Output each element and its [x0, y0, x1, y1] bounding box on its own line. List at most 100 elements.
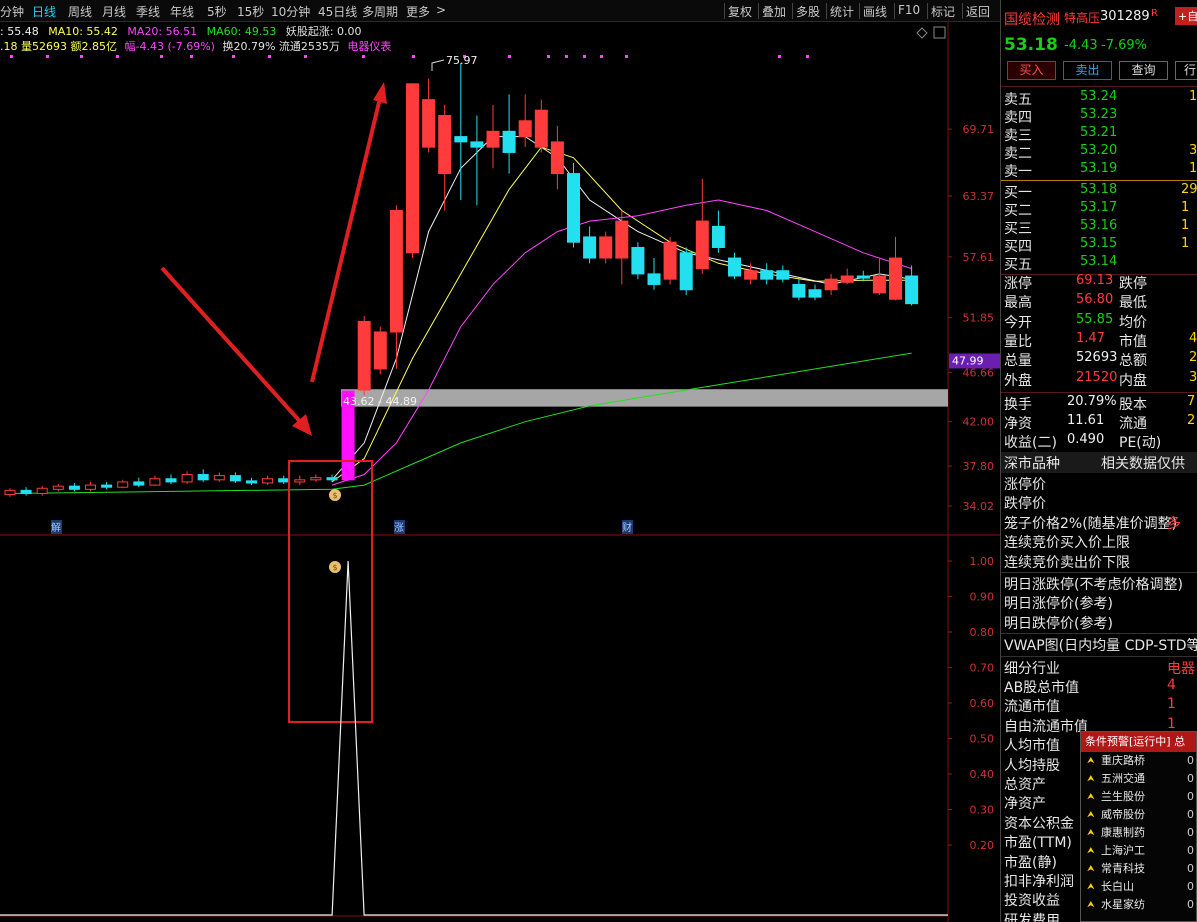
candle[interactable] [776, 265, 790, 283]
candle[interactable] [422, 78, 436, 153]
period-tab-3[interactable]: 月线 [102, 3, 126, 20]
period-tab-9[interactable]: 45日线 [318, 3, 357, 20]
candle[interactable] [744, 263, 758, 285]
period-tab-11[interactable]: 更多 [406, 3, 430, 20]
tool-button-4[interactable]: 画线 [863, 3, 887, 20]
candle[interactable] [438, 104, 452, 211]
diamond-icon[interactable] [916, 27, 928, 39]
kline-chart-area[interactable]: : 55.48 MA10: 55.42 MA20: 56.51 MA60: 49… [0, 22, 1000, 922]
candle[interactable] [728, 252, 741, 280]
alert-item[interactable]: ⮝ 常青科技 0 [1081, 860, 1196, 878]
condition-alert-popup[interactable]: 条件预警[运行中] 总 ⮝ 重庆路桥 0 ⮝ 五洲交通 0 ⮝ 兰生股份 0 ⮝ 威帝股份 0 ⮝ 康惠制… [1080, 731, 1197, 922]
candle[interactable] [792, 279, 806, 301]
sell-button[interactable]: 卖出 [1063, 61, 1112, 80]
up-arrow-icon: ⮝ [1087, 774, 1095, 784]
candle[interactable] [454, 63, 468, 200]
add-favorite-button[interactable]: +自 [1175, 7, 1197, 25]
candle[interactable] [889, 236, 902, 301]
period-tab-5[interactable]: 年线 [170, 3, 194, 20]
period-tab-7[interactable]: 15秒 [237, 3, 264, 20]
candle[interactable] [117, 479, 129, 489]
candle-body [615, 220, 629, 259]
candle[interactable] [52, 484, 64, 492]
more-trade-button[interactable]: 行 [1175, 61, 1197, 80]
alert-item[interactable]: ⮝ 康惠制药 0 [1081, 824, 1196, 842]
alert-item[interactable]: ⮝ 上海沪工 0 [1081, 842, 1196, 860]
candle[interactable] [856, 270, 870, 282]
candle[interactable] [663, 236, 677, 285]
candle[interactable] [824, 273, 838, 296]
candle[interactable] [695, 178, 709, 274]
candle[interactable] [905, 265, 919, 306]
candle[interactable] [406, 83, 419, 259]
candle[interactable] [246, 477, 257, 486]
candle[interactable] [550, 126, 564, 190]
tool-button-7[interactable]: 返回 [966, 3, 990, 20]
alert-item[interactable]: ⮝ 长白山 0 [1081, 878, 1196, 896]
candle[interactable] [373, 326, 387, 375]
candle[interactable] [101, 481, 113, 490]
candle[interactable] [808, 284, 822, 301]
alert-item[interactable]: ⮝ 水星家纺 0 [1081, 896, 1196, 914]
tool-button-3[interactable]: 统计 [830, 3, 854, 20]
candle[interactable] [567, 163, 580, 248]
period-tab-1[interactable]: 日线 [32, 3, 56, 20]
tool-button-6[interactable]: 标记 [931, 3, 955, 20]
more-arrow-icon[interactable]: > [436, 3, 446, 17]
candle[interactable] [149, 475, 161, 487]
period-tab-8[interactable]: 10分钟 [271, 3, 310, 20]
alert-popup-title[interactable]: 条件预警[运行中] 总 [1081, 732, 1196, 752]
candle[interactable] [615, 210, 629, 285]
period-tab-2[interactable]: 周线 [68, 3, 92, 20]
tool-button-5[interactable]: F10 [898, 3, 920, 17]
candle[interactable] [711, 210, 725, 253]
candle[interactable] [294, 475, 306, 486]
period-tab-4[interactable]: 季线 [136, 3, 160, 20]
candle[interactable] [197, 469, 209, 482]
candle[interactable] [278, 475, 290, 485]
candle[interactable] [502, 94, 516, 174]
period-tab-0[interactable]: 分钟 [0, 3, 24, 20]
candle[interactable] [357, 316, 371, 396]
kline-chart-svg[interactable]: : 55.48 MA10: 55.42 MA20: 56.51 MA60: 49… [0, 22, 1000, 922]
window-toggle-icon[interactable] [933, 26, 946, 39]
candle[interactable] [679, 247, 693, 296]
candle[interactable] [760, 263, 774, 285]
alert-stock-name: 威帝股份 [1101, 808, 1145, 821]
candle[interactable] [213, 472, 225, 482]
tool-button-2[interactable]: 多股 [796, 3, 820, 20]
candle[interactable] [310, 474, 322, 482]
candle[interactable] [631, 242, 645, 280]
candle[interactable] [389, 205, 403, 369]
tool-button-1[interactable]: 叠加 [762, 3, 786, 20]
period-tab-10[interactable]: 多周期 [362, 3, 398, 20]
candle[interactable] [229, 472, 241, 483]
candle[interactable] [534, 99, 548, 153]
alert-item[interactable]: ⮝ 兰生股份 0 [1081, 788, 1196, 806]
candle[interactable] [599, 231, 613, 264]
tool-button-0[interactable]: 复权 [728, 3, 752, 20]
candle[interactable] [181, 471, 193, 485]
candle[interactable] [85, 481, 96, 492]
candle[interactable] [470, 115, 484, 206]
candle[interactable] [262, 475, 274, 486]
candle[interactable] [68, 482, 80, 492]
candle[interactable] [133, 477, 145, 488]
candle[interactable] [4, 488, 16, 497]
candle[interactable] [165, 474, 177, 485]
candle[interactable] [36, 486, 48, 496]
candle[interactable] [872, 258, 886, 296]
candle[interactable] [20, 487, 32, 496]
candle[interactable] [583, 226, 597, 264]
alert-item[interactable]: ⮝ 重庆路桥 0 [1081, 752, 1196, 770]
alert-item[interactable]: ⮝ 威帝股份 0 [1081, 806, 1196, 824]
candle[interactable] [647, 258, 661, 290]
candle[interactable] [840, 268, 854, 285]
alert-item[interactable]: ⮝ 五洲交通 0 [1081, 770, 1196, 788]
query-button[interactable]: 查询 [1119, 61, 1168, 80]
candle[interactable] [486, 104, 500, 169]
period-tab-6[interactable]: 5秒 [207, 3, 227, 20]
candle-body [889, 257, 902, 300]
buy-button[interactable]: 买入 [1007, 61, 1056, 80]
candlesticks[interactable] [4, 63, 919, 497]
